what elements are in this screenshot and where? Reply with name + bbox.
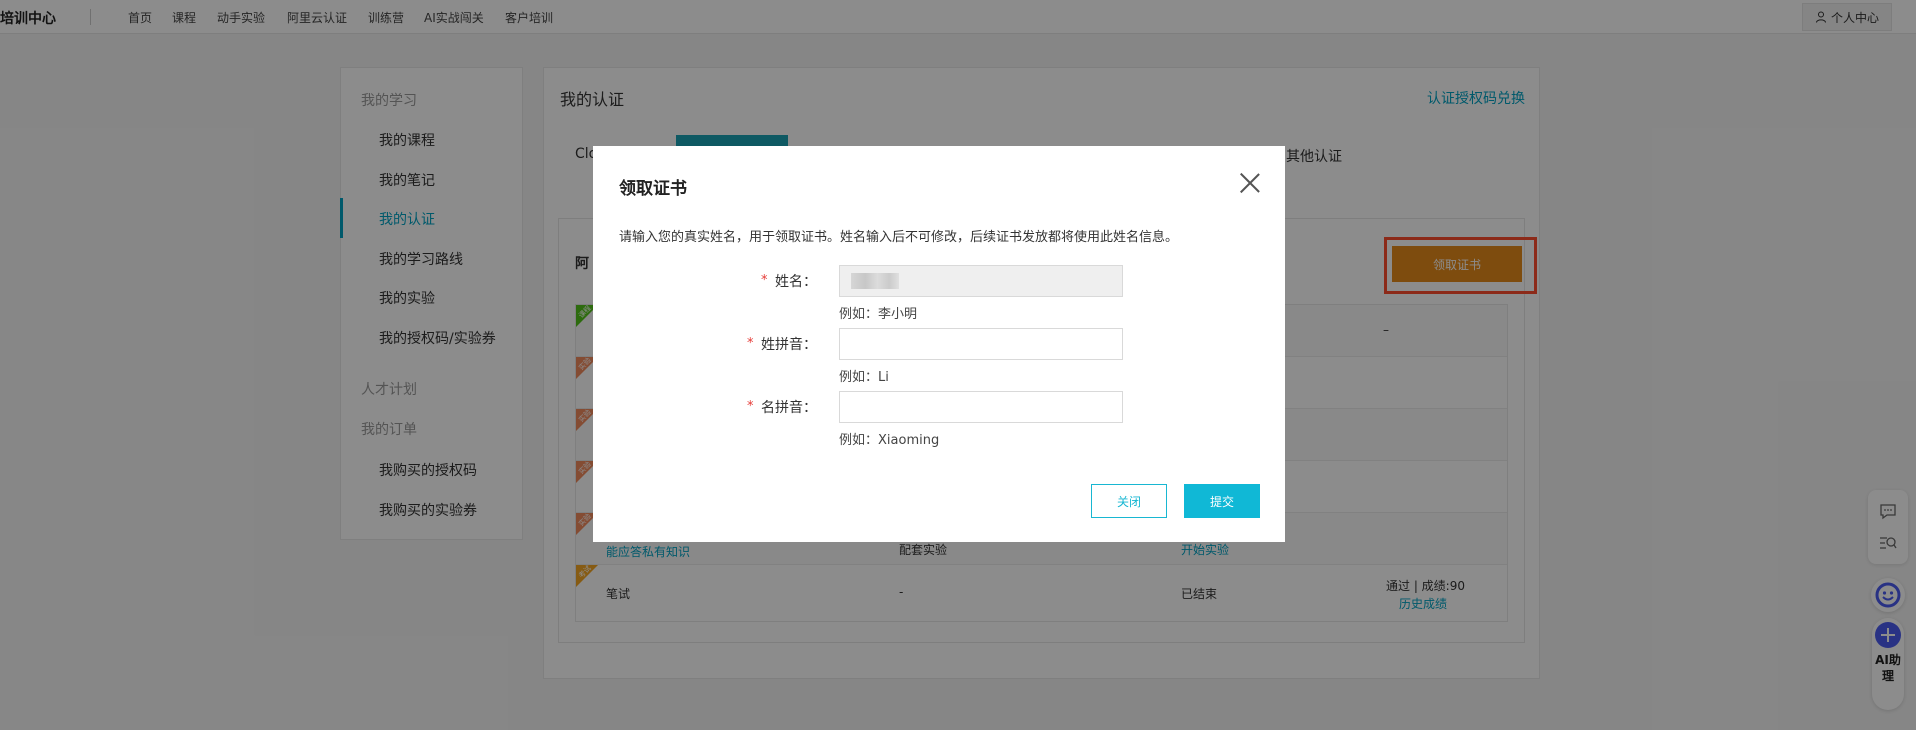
required-mark: * bbox=[761, 273, 768, 288]
required-mark: * bbox=[747, 399, 754, 414]
surname-pinyin-hint: 例如：Li bbox=[839, 370, 889, 385]
dialog-description: 请输入您的真实姓名，用于领取证书。姓名输入后不可修改，后续证书发放都将使用此姓名… bbox=[619, 230, 1179, 245]
close-button[interactable]: 关闭 bbox=[1091, 484, 1167, 518]
form-row-surname-pinyin: * 姓拼音： 例如：Li bbox=[593, 328, 1285, 385]
redacted-name-value bbox=[851, 273, 899, 289]
surname-pinyin-input[interactable] bbox=[839, 328, 1123, 360]
dialog-title: 领取证书 bbox=[619, 179, 687, 199]
given-pinyin-input[interactable] bbox=[839, 391, 1123, 423]
given-pinyin-hint: 例如：Xiaoming bbox=[839, 433, 940, 448]
form-row-name: * 姓名： 例如：李小明 bbox=[593, 265, 1285, 322]
required-mark: * bbox=[747, 336, 754, 351]
claim-certificate-dialog: 领取证书 请输入您的真实姓名，用于领取证书。姓名输入后不可修改，后续证书发放都将… bbox=[593, 146, 1285, 542]
given-pinyin-label: 名拼音： bbox=[761, 400, 817, 416]
name-hint: 例如：李小明 bbox=[839, 307, 918, 322]
form-row-given-pinyin: * 名拼音： 例如：Xiaoming bbox=[593, 391, 1285, 448]
close-icon[interactable] bbox=[1239, 172, 1261, 194]
name-label: 姓名： bbox=[775, 274, 817, 290]
submit-button[interactable]: 提交 bbox=[1184, 484, 1260, 518]
surname-pinyin-label: 姓拼音： bbox=[761, 337, 817, 353]
